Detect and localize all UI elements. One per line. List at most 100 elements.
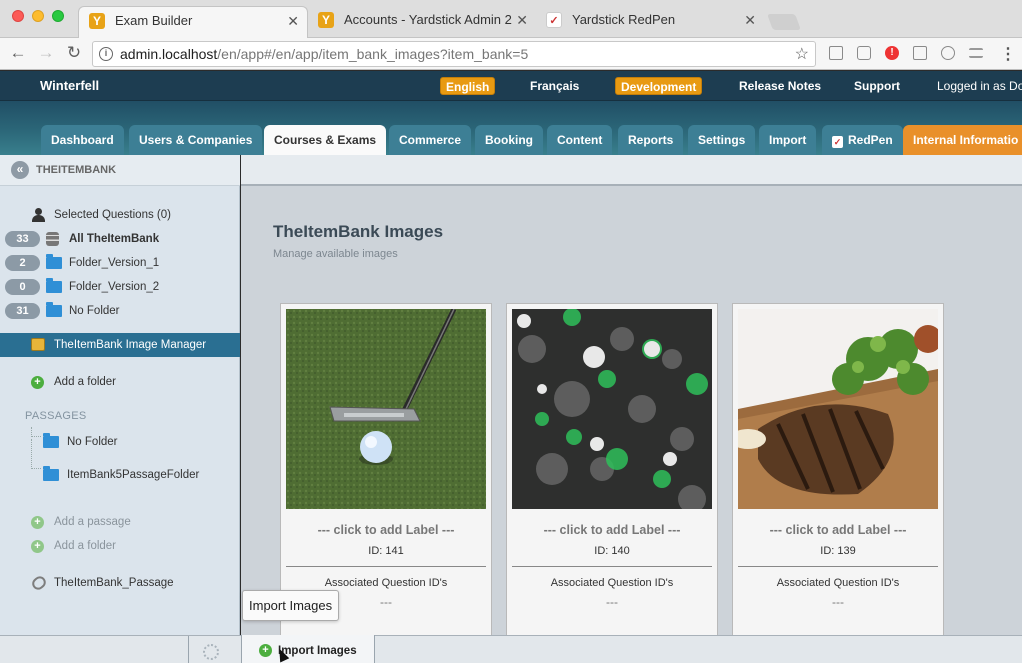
alert-extension-icon[interactable]: ! [885, 46, 899, 60]
golf-image[interactable] [286, 309, 486, 509]
forward-arrow-icon[interactable]: → [36, 43, 56, 63]
support-link[interactable]: Support [854, 79, 900, 93]
tab-dashboard[interactable]: Dashboard [41, 125, 124, 155]
selected-questions-item[interactable]: Selected Questions (0) [0, 203, 240, 227]
add-folder-button[interactable]: + Add a folder [0, 370, 240, 394]
add-label-link[interactable]: --- click to add Label --- [733, 523, 943, 537]
add-label-link[interactable]: --- click to add Label --- [281, 523, 491, 537]
add-circle-icon: + [259, 644, 272, 657]
release-notes-link[interactable]: Release Notes [739, 79, 821, 93]
divider [738, 566, 938, 567]
camera-icon[interactable] [857, 46, 871, 60]
steak-salad-icon [738, 309, 938, 509]
question-count-badge: 31 [5, 303, 40, 319]
browser-tab-redpen[interactable]: ✓ Yardstick RedPen ✕ [536, 6, 764, 38]
close-tab-icon[interactable]: ✕ [516, 6, 528, 34]
collapse-double-chevron-icon[interactable]: « [11, 161, 29, 179]
tab-redpen[interactable]: ✓ RedPen [822, 125, 903, 155]
image-id: ID: 139 [820, 545, 856, 557]
folder-label: No Folder [69, 305, 120, 317]
steak-image[interactable] [738, 309, 938, 509]
image-gallery-icon [31, 338, 45, 351]
tab-reports[interactable]: Reports [618, 125, 684, 155]
sidebar-item-no-folder[interactable]: 31 No Folder [0, 299, 240, 323]
back-arrow-icon[interactable]: ← [8, 43, 28, 63]
add-passage-folder-button[interactable]: + Add a folder [0, 534, 240, 558]
window-minimize-button[interactable] [32, 10, 44, 22]
browser-toolbar: ← → ↻ i admin.localhost/en/app#/en/app/i… [0, 38, 1022, 70]
passage-folder-itembank5[interactable]: ItemBank5PassageFolder [0, 463, 240, 487]
question-count-badge: 2 [5, 255, 40, 271]
reload-icon[interactable]: ↻ [64, 43, 84, 63]
sidebar-item-image-manager[interactable]: TheItemBank Image Manager [0, 333, 240, 357]
tab-courses-exams[interactable]: Courses & Exams [264, 125, 386, 155]
import-images-button[interactable]: + Import Images [241, 635, 375, 663]
language-french-link[interactable]: Français [530, 79, 579, 93]
sidebar-item-folder-version-2[interactable]: 0 Folder_Version_2 [0, 275, 240, 299]
folder-icon [46, 278, 62, 293]
passage-item-label: TheItemBank_Passage [54, 577, 174, 589]
close-tab-icon[interactable]: ✕ [287, 7, 299, 35]
gear-icon[interactable] [203, 644, 219, 660]
add-folder-label: Add a folder [54, 376, 117, 388]
golf-putter-ball-icon [286, 309, 486, 509]
question-count-badge: 33 [5, 231, 40, 247]
browser-tab-exam-builder[interactable]: Y Exam Builder ✕ [78, 6, 308, 38]
folder-label: All TheItemBank [69, 233, 160, 245]
sync-extension-icon[interactable] [941, 46, 955, 60]
image-card[interactable]: --- click to add Label --- ID: 140 Assoc… [506, 303, 718, 635]
associated-questions-label: Associated Question ID's [324, 577, 448, 589]
new-tab-button[interactable] [767, 14, 801, 30]
redpen-check-icon: ✓ [832, 136, 843, 148]
tab-content[interactable]: Content [547, 125, 613, 155]
window-zoom-button[interactable] [52, 10, 64, 22]
window-close-button[interactable] [12, 10, 24, 22]
header-top-strip: Winterfell English Français Development … [0, 71, 1022, 101]
sidebar-header: « THEITEMBANK [0, 155, 240, 186]
url-host: admin.localhost [120, 46, 218, 62]
tab-settings[interactable]: Settings [688, 125, 756, 155]
folder-icon [43, 433, 59, 448]
browser-tab-accounts[interactable]: Y Accounts - Yardstick Admin 2.0 ✕ [308, 6, 536, 38]
paperclip-icon [29, 573, 49, 593]
environment-badge[interactable]: Development [615, 77, 703, 95]
image-id: ID: 141 [368, 545, 404, 557]
import-images-label: Import Images [278, 645, 357, 657]
main-toolbar [241, 155, 1022, 186]
address-bar[interactable]: i admin.localhost/en/app#/en/app/item_ba… [92, 41, 816, 67]
add-label-link[interactable]: --- click to add Label --- [507, 523, 717, 537]
site-info-icon[interactable]: i [99, 47, 113, 61]
redpen-favicon-icon: ✓ [546, 12, 562, 28]
add-passage-button[interactable]: + Add a passage [0, 510, 240, 534]
image-card[interactable]: --- click to add Label --- ID: 141 Assoc… [280, 303, 492, 635]
tab-users-companies[interactable]: Users & Companies [129, 125, 263, 155]
tab-booking[interactable]: Booking [475, 125, 543, 155]
associated-questions-value: --- [832, 595, 844, 609]
associated-questions-label: Associated Question ID's [776, 577, 900, 589]
add-circle-icon: + [31, 376, 44, 389]
extension-icon[interactable] [829, 46, 843, 60]
tab-commerce[interactable]: Commerce [389, 125, 472, 155]
image-card[interactable]: --- click to add Label --- ID: 139 Assoc… [732, 303, 944, 635]
bookmark-star-icon[interactable]: ☆ [795, 44, 809, 64]
grid-extension-icon[interactable] [913, 46, 927, 60]
language-english-button[interactable]: English [440, 77, 496, 95]
divider [286, 566, 486, 567]
divider [512, 566, 712, 567]
url-text: admin.localhost/en/app#/en/app/item_bank… [120, 46, 528, 62]
database-icon [46, 232, 59, 246]
close-tab-icon[interactable]: ✕ [744, 6, 756, 34]
sidebar-item-folder-version-1[interactable]: 2 Folder_Version_1 [0, 251, 240, 275]
tab-internal-information[interactable]: Internal Informatio [903, 125, 1022, 155]
passage-item[interactable]: TheItemBank_Passage [0, 571, 240, 595]
list-extension-icon[interactable] [969, 48, 983, 58]
sidebar-item-all-itembank[interactable]: 33 All TheItemBank [0, 227, 240, 251]
bokeh-image[interactable] [512, 309, 712, 509]
brand-name[interactable]: Winterfell [40, 78, 99, 93]
tab-import[interactable]: Import [759, 125, 817, 155]
browser-tab-title: Exam Builder [115, 13, 193, 28]
browser-menu-icon[interactable]: ⋮ [1000, 44, 1016, 64]
associated-questions-label: Associated Question ID's [550, 577, 674, 589]
logged-in-user[interactable]: Logged in as Do [937, 79, 1022, 93]
add-passage-label: Add a passage [54, 516, 131, 528]
